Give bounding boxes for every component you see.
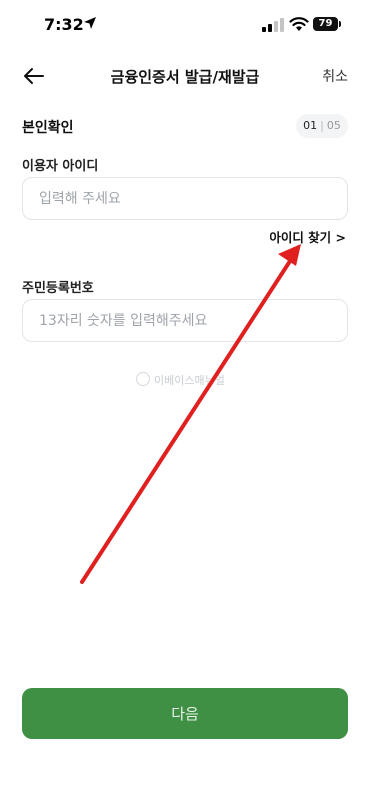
resident-number-input[interactable] xyxy=(22,299,348,342)
step-total: 05 xyxy=(326,119,341,132)
watermark-logo-icon xyxy=(136,372,150,386)
user-id-input[interactable] xyxy=(22,177,348,220)
step-indicator: 01 | 05 xyxy=(296,114,348,138)
wifi-icon xyxy=(289,17,309,31)
status-time: 7:32 xyxy=(44,15,84,34)
battery-cap xyxy=(339,21,341,27)
cancel-button[interactable]: 취소 xyxy=(322,66,348,86)
section-title: 본인확인 xyxy=(22,120,74,136)
step-separator: | xyxy=(320,119,324,132)
cellular-signal-icon xyxy=(262,18,284,32)
next-button[interactable]: 다음 xyxy=(22,688,348,739)
app-header: 금융인증서 발급/재발급 취소 xyxy=(0,56,370,96)
battery-indicator: 79 xyxy=(313,17,338,31)
step-current: 01 xyxy=(303,119,318,132)
location-arrow-icon xyxy=(84,17,96,29)
page-title: 금융인증서 발급/재발급 xyxy=(110,68,260,86)
watermark-text: 이베이스매뉴얼 xyxy=(154,374,225,387)
status-bar: 7:32 79 xyxy=(0,0,370,50)
resident-number-label: 주민등록번호 xyxy=(22,281,94,296)
watermark: 이베이스매뉴얼 xyxy=(136,372,225,388)
find-id-link[interactable]: 아이디 찾기 > xyxy=(269,227,346,246)
user-id-label: 이용자 아이디 xyxy=(22,159,99,174)
